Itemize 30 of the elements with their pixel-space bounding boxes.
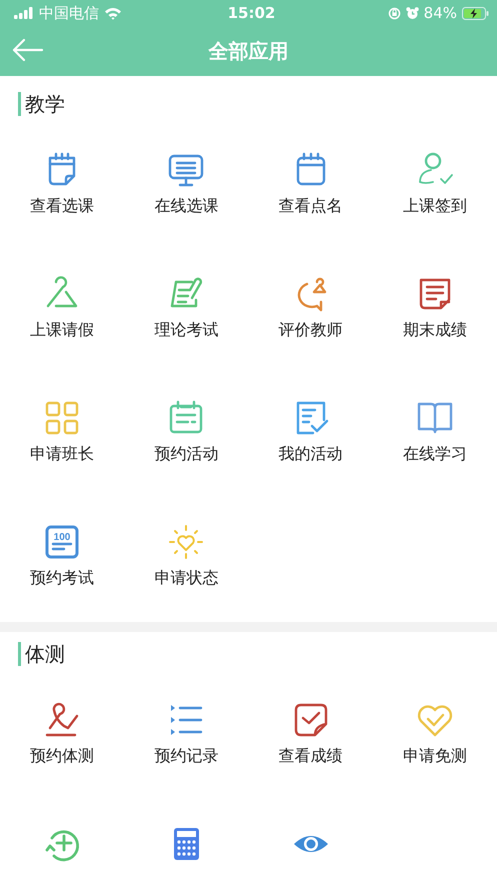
app-tile[interactable]: 评价教师 <box>248 250 373 374</box>
rotation-lock-icon <box>388 6 401 20</box>
app-tile[interactable]: 理论考试 <box>124 250 248 374</box>
app-tile[interactable]: 期末成绩 <box>372 250 497 374</box>
app-tile[interactable]: 上课请假 <box>0 250 124 374</box>
battery-charging-icon <box>462 6 489 20</box>
app-tile[interactable]: 查看点名 <box>248 126 373 250</box>
app-tile[interactable]: 申请班长 <box>0 374 124 498</box>
app-tile[interactable]: 100 预约考试 <box>0 498 124 622</box>
alarm-icon <box>406 6 419 20</box>
app-tile[interactable]: 在线选课 <box>124 126 248 250</box>
signal-icon <box>14 7 34 19</box>
app-tile[interactable]: 上课签到 <box>372 126 497 250</box>
wifi-icon <box>104 6 122 20</box>
app-tile[interactable]: 查看成绩 <box>248 676 373 800</box>
app-tile[interactable]: 查看选课 <box>0 126 124 250</box>
battery-percent: 84% <box>424 4 457 22</box>
section-title: 体测 <box>25 640 65 668</box>
app-tile[interactable]: 我的活动 <box>248 374 373 498</box>
page-title: 全部应用 <box>208 38 288 64</box>
app-tile[interactable]: 申请免测 <box>372 676 497 800</box>
app-tile[interactable]: 预约记录 <box>124 676 248 800</box>
back-button[interactable] <box>12 38 44 64</box>
clock-time: 15:02 <box>228 4 276 22</box>
carrier-name: 中国电信 <box>39 4 99 22</box>
app-tile[interactable]: 在线学习 <box>372 374 497 498</box>
app-tile[interactable]: 申请状态 <box>124 498 248 622</box>
app-tile[interactable]: 预约活动 <box>124 374 248 498</box>
section-title: 教学 <box>25 90 65 118</box>
app-tile[interactable]: 预约体测 <box>0 676 124 800</box>
